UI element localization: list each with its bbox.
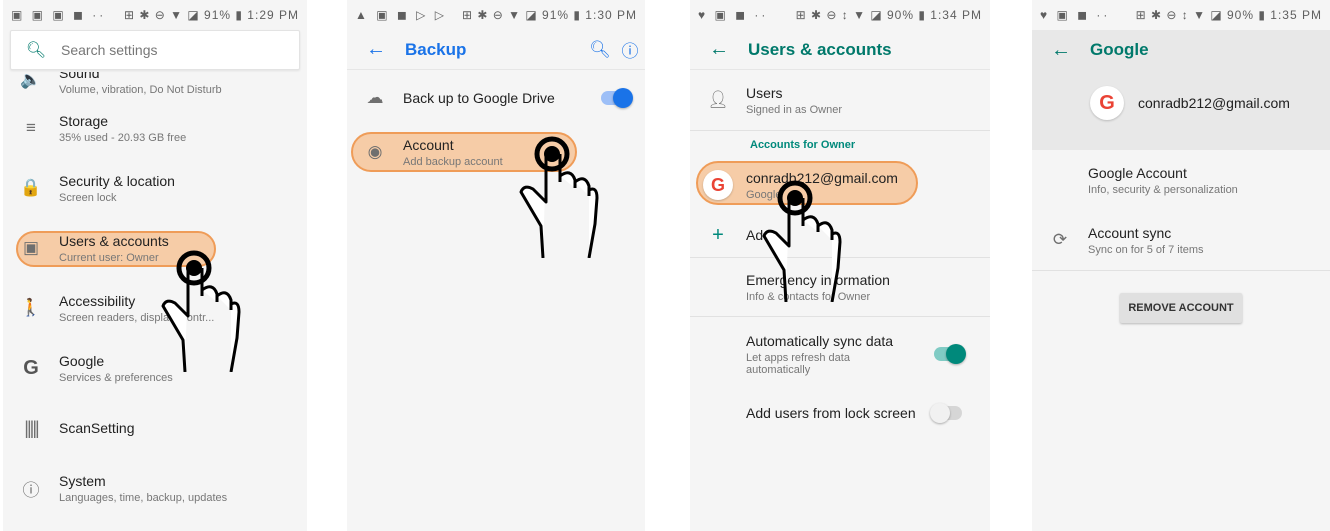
item-title: Storage xyxy=(59,112,109,129)
sync-icon: ⟳ xyxy=(1052,230,1068,249)
barcode-icon: ||||| xyxy=(24,417,39,438)
auto-sync-toggle[interactable] xyxy=(934,344,966,364)
person-icon: 👤︎ xyxy=(707,90,729,109)
settings-item-sound[interactable]: 🔈 Sound Volume, vibration, Do Not Disturb xyxy=(3,72,307,98)
status-bar: ▣ ▣ ▣ ◼ ·· ⊞ ✱ ⊖ ▼ ◪ 91% ▮ 1:29 PM xyxy=(3,0,307,30)
status-icons-left: ♥ ▣ ◼ ·· xyxy=(1040,8,1111,22)
account-header: ← Google G conradb212@gmail.com xyxy=(1032,30,1330,150)
status-icons-right: ⊞ ✱ ⊖ ▼ ◪ 91% ▮ 1:30 PM xyxy=(461,8,637,22)
item-subtitle: Let apps refresh data automatically xyxy=(746,351,850,376)
google-logo-icon: G xyxy=(690,170,746,200)
settings-item-accessibility[interactable]: 🚶 Accessibility Screen readers, displa n … xyxy=(3,278,307,338)
lock-screen-users-row[interactable]: Add users from lock screen xyxy=(690,391,990,435)
tap-hand-icon xyxy=(762,180,842,302)
settings-item-system[interactable]: ⓘ System Languages, time, backup, updates xyxy=(3,458,307,518)
item-title: Add users from lock screen xyxy=(746,405,916,421)
search-bar[interactable]: 🔍︎ Search settings xyxy=(10,30,300,70)
settings-item-scansetting[interactable]: ||||| ScanSetting xyxy=(3,398,307,458)
back-arrow-icon[interactable]: ← xyxy=(1032,39,1090,62)
backup-toggle[interactable] xyxy=(601,88,633,108)
volume-icon: 🔈 xyxy=(20,72,42,89)
status-icons-right: ⊞ ✱ ⊖ ▼ ◪ 91% ▮ 1:29 PM xyxy=(123,8,299,22)
lock-screen-toggle[interactable] xyxy=(930,403,962,423)
google-g-icon: G xyxy=(23,356,39,379)
info-icon: ⓘ xyxy=(22,480,40,500)
auto-sync-row[interactable]: Automatically sync data Let apps refresh … xyxy=(690,317,990,391)
settings-item-security[interactable]: 🔒 Security & location Screen lock xyxy=(3,158,307,218)
account-row[interactable]: ◉ Account Add backup account xyxy=(347,126,645,178)
status-bar: ♥ ▣ ◼ ·· ⊞ ✱ ⊖ ↕ ▼ ◪ 90% ▮ 1:34 PM xyxy=(690,0,990,30)
back-arrow-icon[interactable]: ← xyxy=(347,38,405,61)
settings-list: 🔈 Sound Volume, vibration, Do Not Disturb… xyxy=(3,72,307,531)
item-subtitle: Signed in as Owner xyxy=(746,103,842,116)
item-subtitle: Sync on for 5 of 7 items xyxy=(1088,243,1204,256)
item-subtitle: Info, security & personalization xyxy=(1088,183,1238,196)
item-title: Google Account xyxy=(1088,164,1187,181)
item-subtitle: Screen lock xyxy=(59,191,117,204)
page-title: Users & accounts xyxy=(748,39,892,59)
item-title: Automatically sync data xyxy=(746,332,894,349)
google-logo-icon: G xyxy=(1090,86,1124,120)
section-header: Accounts for Owner xyxy=(750,139,856,151)
tap-hand-icon xyxy=(161,250,241,372)
users-row[interactable]: 👤︎ Users Signed in as Owner xyxy=(690,70,990,130)
back-arrow-icon[interactable]: ← xyxy=(690,38,748,61)
status-icons-right: ⊞ ✱ ⊖ ↕ ▼ ◪ 90% ▮ 1:34 PM xyxy=(795,8,982,22)
storage-icon: ≡ xyxy=(26,118,36,137)
accessibility-icon: 🚶 xyxy=(20,298,42,317)
search-icon[interactable]: 🔍︎ xyxy=(585,40,615,60)
item-subtitle: Services & preferences xyxy=(59,371,173,384)
settings-screen: ▣ ▣ ▣ ◼ ·· ⊞ ✱ ⊖ ▼ ◪ 91% ▮ 1:29 PM 🔍︎ Se… xyxy=(3,0,307,531)
help-icon[interactable]: ⓘ xyxy=(615,37,645,62)
status-bar: ▲ ▣ ◼ ▷ ▷ ⊞ ✱ ⊖ ▼ ◪ 91% ▮ 1:30 PM xyxy=(347,0,645,30)
backup-drive-toggle-row[interactable]: ☁ Back up to Google Drive xyxy=(347,70,645,126)
settings-item-users-accounts[interactable]: ▣ Users & accounts Current user: Owner xyxy=(3,218,307,278)
page-title: Google xyxy=(1090,40,1149,59)
item-title: ScanSetting xyxy=(59,420,135,436)
item-title: Back up to Google Drive xyxy=(403,90,555,106)
cloud-done-icon: ☁ xyxy=(366,88,384,107)
item-subtitle: 35% used - 20.93 GB free xyxy=(59,131,187,144)
settings-item-google[interactable]: G Google Services & preferences xyxy=(3,338,307,398)
item-subtitle: Volume, vibration, Do Not Disturb xyxy=(59,83,222,96)
account-identity: G conradb212@gmail.com xyxy=(1032,86,1330,120)
google-account-row[interactable]: Google Account Info, security & personali… xyxy=(1032,150,1330,210)
settings-item-storage[interactable]: ≡ Storage 35% used - 20.93 GB free xyxy=(3,98,307,158)
item-title: Users & accounts xyxy=(59,232,169,249)
backup-screen: ▲ ▣ ◼ ▷ ▷ ⊞ ✱ ⊖ ▼ ◪ 91% ▮ 1:30 PM ← Back… xyxy=(347,0,645,531)
item-title: System xyxy=(59,472,106,489)
status-bar: ♥ ▣ ◼ ·· ⊞ ✱ ⊖ ↕ ▼ ◪ 90% ▮ 1:35 PM xyxy=(1032,0,1330,30)
status-icons-left: ▲ ▣ ◼ ▷ ▷ xyxy=(355,8,447,22)
app-bar: ← Backup 🔍︎ ⓘ xyxy=(347,30,645,70)
app-bar: ← Users & accounts xyxy=(690,30,990,70)
page-title: Backup xyxy=(405,39,467,59)
account-sync-row[interactable]: ⟳ Account sync Sync on for 5 of 7 items xyxy=(1032,210,1330,270)
tap-hand-icon xyxy=(519,136,599,258)
search-icon: 🔍︎ xyxy=(25,42,47,59)
app-bar: ← Google xyxy=(1032,30,1330,70)
item-title: Account sync xyxy=(1088,224,1172,241)
account-circle-icon: ◉ xyxy=(367,142,383,161)
status-icons-right: ⊞ ✱ ⊖ ↕ ▼ ◪ 90% ▮ 1:35 PM xyxy=(1135,8,1322,22)
item-title: Sound xyxy=(59,72,100,81)
item-title: Users xyxy=(746,84,783,101)
account-box-icon: ▣ xyxy=(22,238,40,257)
account-email: conradb212@gmail.com xyxy=(1138,95,1290,111)
users-accounts-screen: ♥ ▣ ◼ ·· ⊞ ✱ ⊖ ↕ ▼ ◪ 90% ▮ 1:34 PM ← Use… xyxy=(690,0,990,531)
remove-account-button[interactable]: REMOVE ACCOUNT xyxy=(1120,293,1242,323)
plus-icon: + xyxy=(712,223,724,246)
search-placeholder: Search settings xyxy=(61,42,158,58)
status-icons-left: ♥ ▣ ◼ ·· xyxy=(698,8,769,22)
lock-icon: 🔒 xyxy=(20,178,42,197)
status-icons-left: ▣ ▣ ▣ ◼ ·· xyxy=(11,8,107,22)
item-title: Security & location xyxy=(59,172,175,189)
google-account-screen: ♥ ▣ ◼ ·· ⊞ ✱ ⊖ ↕ ▼ ◪ 90% ▮ 1:35 PM ← Goo… xyxy=(1032,0,1330,531)
item-subtitle: Languages, time, backup, updates xyxy=(59,491,228,504)
